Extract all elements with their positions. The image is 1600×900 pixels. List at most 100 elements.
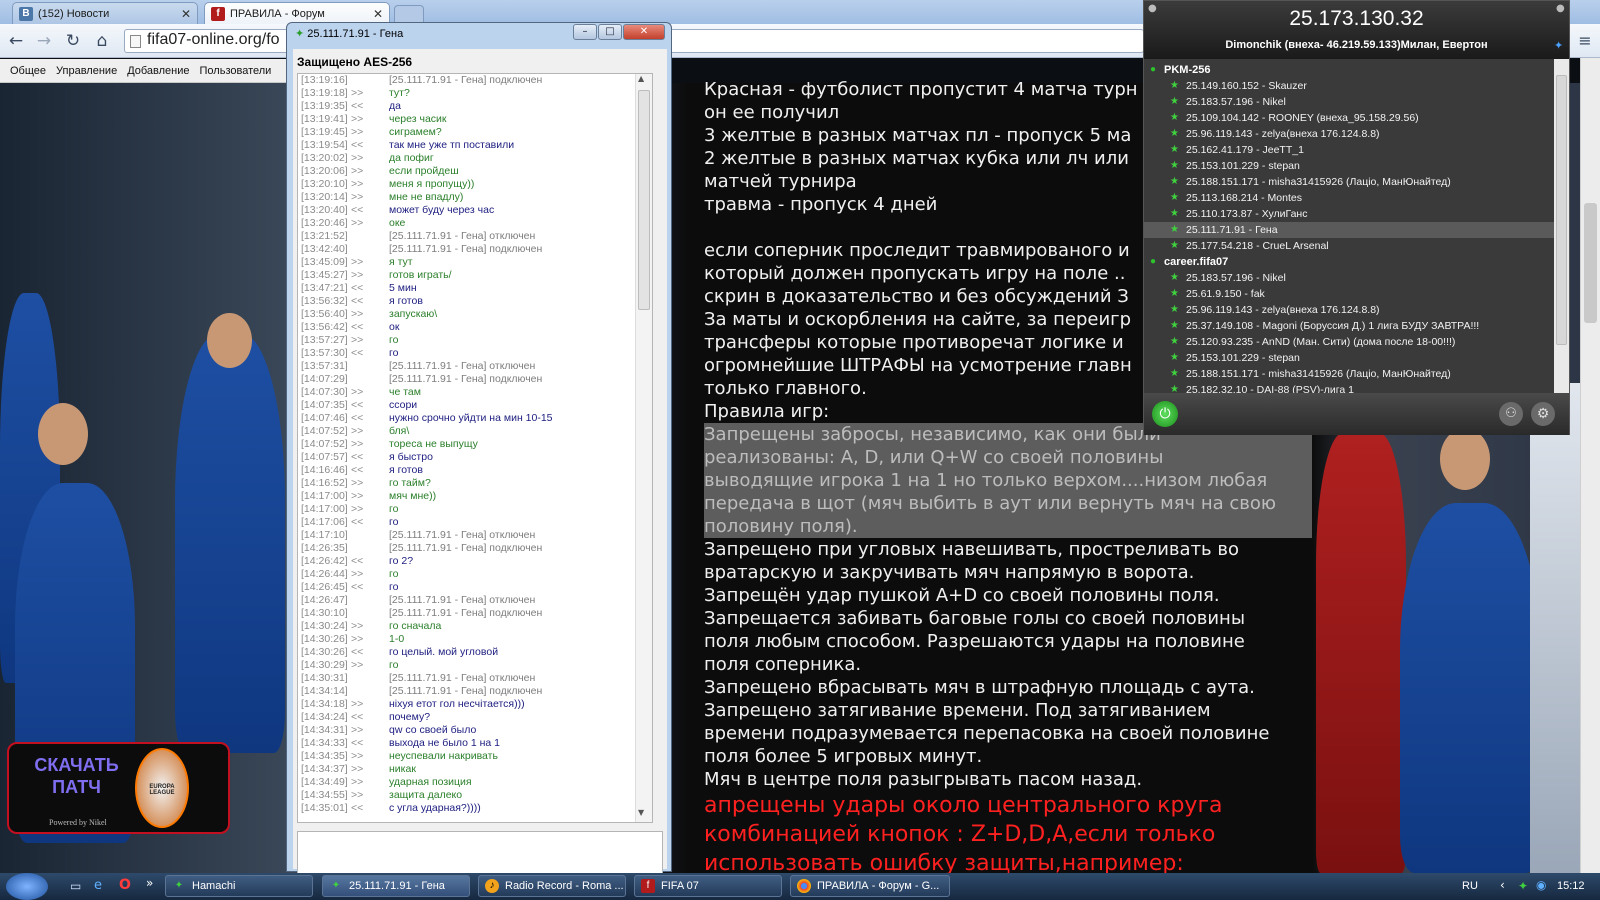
start-button[interactable] — [6, 873, 48, 900]
page-scrollbar[interactable] — [1580, 58, 1600, 873]
message-text: нужно срочно уйдти на мин 10-15 — [389, 412, 553, 424]
message-time: [14:30:31] — [301, 672, 348, 684]
message-time: [14:26:44] — [301, 568, 348, 580]
peer-item[interactable]: 25.111.71.91 - Гена — [1144, 222, 1554, 238]
peer-item[interactable]: 25.109.104.142 - ROONEY (внеха_95.158.29… — [1144, 110, 1554, 126]
maximize-button[interactable]: □ — [598, 24, 622, 40]
peer-item[interactable]: 25.96.119.143 - zelya(внеха 176.124.8.8) — [1144, 126, 1554, 142]
network-list-scrollbar[interactable] — [1554, 59, 1569, 393]
close-button[interactable]: ✕ — [623, 24, 665, 40]
peer-item[interactable]: 25.96.119.143 - zelya(внеха 176.124.8.8) — [1144, 302, 1554, 318]
peer-item[interactable]: 25.153.101.229 - stepan — [1144, 350, 1554, 366]
hamachi-icon: ✦ — [174, 880, 184, 891]
gear-icon[interactable]: ⚙ — [1531, 402, 1555, 426]
message-text: [25.111.71.91 - Гена] подключен — [389, 373, 543, 385]
message-time: [14:34:33] — [301, 737, 348, 749]
message-direction — [351, 607, 389, 620]
peer-item[interactable]: 25.183.57.196 - Nikel — [1144, 94, 1554, 110]
network-group[interactable]: PKM-256 — [1144, 62, 1554, 78]
more-icon[interactable]: » — [146, 876, 153, 890]
language-indicator[interactable]: RU — [1462, 880, 1478, 892]
peer-item[interactable]: 25.177.54.218 - CrueL Arsenal — [1144, 238, 1554, 254]
message-text: через часик — [389, 113, 447, 125]
scroll-down-icon[interactable]: ▼ — [638, 808, 644, 817]
peer-item[interactable]: 25.120.93.235 - AnND (Ман. Сити) (дома п… — [1144, 334, 1554, 350]
close-tab-icon[interactable]: ✕ — [181, 7, 191, 21]
peer-item[interactable]: 25.188.151.171 - misha31415926 (Лаціо, М… — [1144, 174, 1554, 190]
message-direction: << — [351, 204, 364, 216]
power-icon[interactable]: ⏻ — [1152, 401, 1178, 427]
scrollbar-thumb[interactable] — [638, 90, 650, 310]
rules-line: времени подразумевается перепасовка на с… — [704, 723, 1270, 744]
reload-icon[interactable]: ↻ — [62, 30, 84, 52]
tray-expand-icon[interactable]: ‹ — [1500, 878, 1505, 892]
back-icon[interactable]: ← — [5, 30, 27, 52]
taskbar-item-fifa[interactable]: f FIFA 07 — [634, 875, 782, 897]
message-direction: >> — [351, 490, 364, 502]
message-text: выхода не было 1 на 1 — [389, 737, 501, 749]
chat-message: [13:20:02] >> да пофиг — [298, 152, 652, 165]
taskbar-item-hamachi[interactable]: ✦ Hamachi — [165, 875, 313, 897]
show-desktop-icon[interactable]: ▭ — [70, 879, 81, 893]
message-direction: >> — [351, 659, 364, 671]
taskbar-item-radio[interactable]: ♪ Radio Record - Roma ... — [478, 875, 626, 897]
chat-message: [13:45:09] >> я тут — [298, 256, 652, 269]
message-time: [13:19:18] — [301, 87, 348, 99]
message-time: [13:47:21] — [301, 282, 348, 294]
minimize-button[interactable]: – — [573, 24, 597, 40]
peer-item[interactable]: 25.153.101.229 - stepan — [1144, 158, 1554, 174]
chat-message: [14:34:33] << выхода не было 1 на 1 — [298, 737, 652, 750]
hamachi-tray-icon[interactable]: ✦ — [1518, 879, 1528, 893]
scrollbar-thumb[interactable] — [1556, 75, 1567, 345]
peer-item[interactable]: 25.110.173.87 - ХулиГанс — [1144, 206, 1554, 222]
chat-window: ✦ 25.111.71.91 - Гена – □ ✕ Защищено AES… — [286, 22, 672, 875]
message-time: [14:30:26] — [301, 646, 348, 658]
menu-manage[interactable]: Управление — [56, 65, 117, 77]
message-text: [25.111.71.91 - Гена] отключен — [389, 594, 536, 606]
network-add-icon[interactable]: ⚇ — [1499, 402, 1523, 426]
opera-icon[interactable]: O — [119, 877, 131, 893]
message-direction — [351, 529, 389, 542]
menu-icon[interactable]: ≡ — [1574, 30, 1596, 52]
home-icon[interactable]: ⌂ — [91, 30, 113, 52]
menu-general[interactable]: Общее — [10, 65, 46, 77]
rules-line: Запрещено при угловых навешивать, простр… — [704, 539, 1239, 560]
chat-input[interactable] — [297, 831, 663, 875]
download-patch-banner[interactable]: СКАЧАТЬ ПАТЧ EUROPA LEAGUE Powered by Ni… — [7, 742, 230, 834]
message-text: сиграмем? — [389, 126, 442, 138]
peer-item[interactable]: 25.113.168.214 - Montes — [1144, 190, 1554, 206]
radio-icon: ♪ — [485, 879, 499, 893]
menu-add[interactable]: Добавление — [127, 65, 189, 77]
scroll-up-icon[interactable]: ▲ — [638, 74, 644, 83]
chat-message: [13:20:40] << может буду через час — [298, 204, 652, 217]
rules-line: поля любым способом. Разрешаются удары н… — [704, 631, 1245, 652]
message-text: мне не впадлу) — [389, 191, 464, 203]
tab-forum-rules[interactable]: f ПРАВИЛА - Форум ✕ — [204, 2, 390, 24]
close-tab-icon[interactable]: ✕ — [373, 7, 383, 21]
patch-line1: СКАЧАТЬ — [34, 755, 119, 775]
message-time: [14:34:35] — [301, 750, 348, 762]
taskbar-item-chrome[interactable]: ПРАВИЛА - Форум - G... — [790, 875, 950, 897]
pin-icon[interactable]: ✦ — [1554, 39, 1563, 52]
chat-message: [14:16:52] >> го тайм? — [298, 477, 652, 490]
peer-item[interactable]: 25.188.151.171 - misha31415926 (Лаціо, М… — [1144, 366, 1554, 382]
message-direction: >> — [351, 256, 364, 268]
scrollbar-thumb[interactable] — [1584, 203, 1597, 323]
forward-icon[interactable]: → — [33, 30, 55, 52]
network-tray-icon[interactable]: ◉ — [1536, 878, 1546, 892]
tab-vk-news[interactable]: В (152) Новости ✕ — [12, 2, 198, 24]
peer-item[interactable]: 25.183.57.196 - Nikel — [1144, 270, 1554, 286]
peer-item[interactable]: 25.162.41.179 - JeeTT_1 — [1144, 142, 1554, 158]
ie-icon[interactable]: e — [94, 878, 102, 893]
message-text: с угла ударная?)))) — [389, 802, 481, 814]
menu-users[interactable]: Пользователи — [200, 65, 272, 77]
taskbar-item-chat[interactable]: ✦ 25.111.71.91 - Гена — [322, 875, 470, 897]
peer-item[interactable]: 25.37.149.108 - Magoni (Боруссия Д.) 1 л… — [1144, 318, 1554, 334]
message-direction: << — [351, 646, 364, 658]
network-group[interactable]: career.fifa07 — [1144, 254, 1554, 270]
peer-item[interactable]: 25.149.160.152 - Skauzer — [1144, 78, 1554, 94]
peer-item[interactable]: 25.182.32.10 - DAI-88 (PSV)-лига 1 — [1144, 382, 1554, 393]
peer-item[interactable]: 25.61.9.150 - fak — [1144, 286, 1554, 302]
message-text: я тут — [389, 256, 413, 268]
chat-log-scrollbar[interactable]: ▲ ▼ — [635, 74, 652, 822]
